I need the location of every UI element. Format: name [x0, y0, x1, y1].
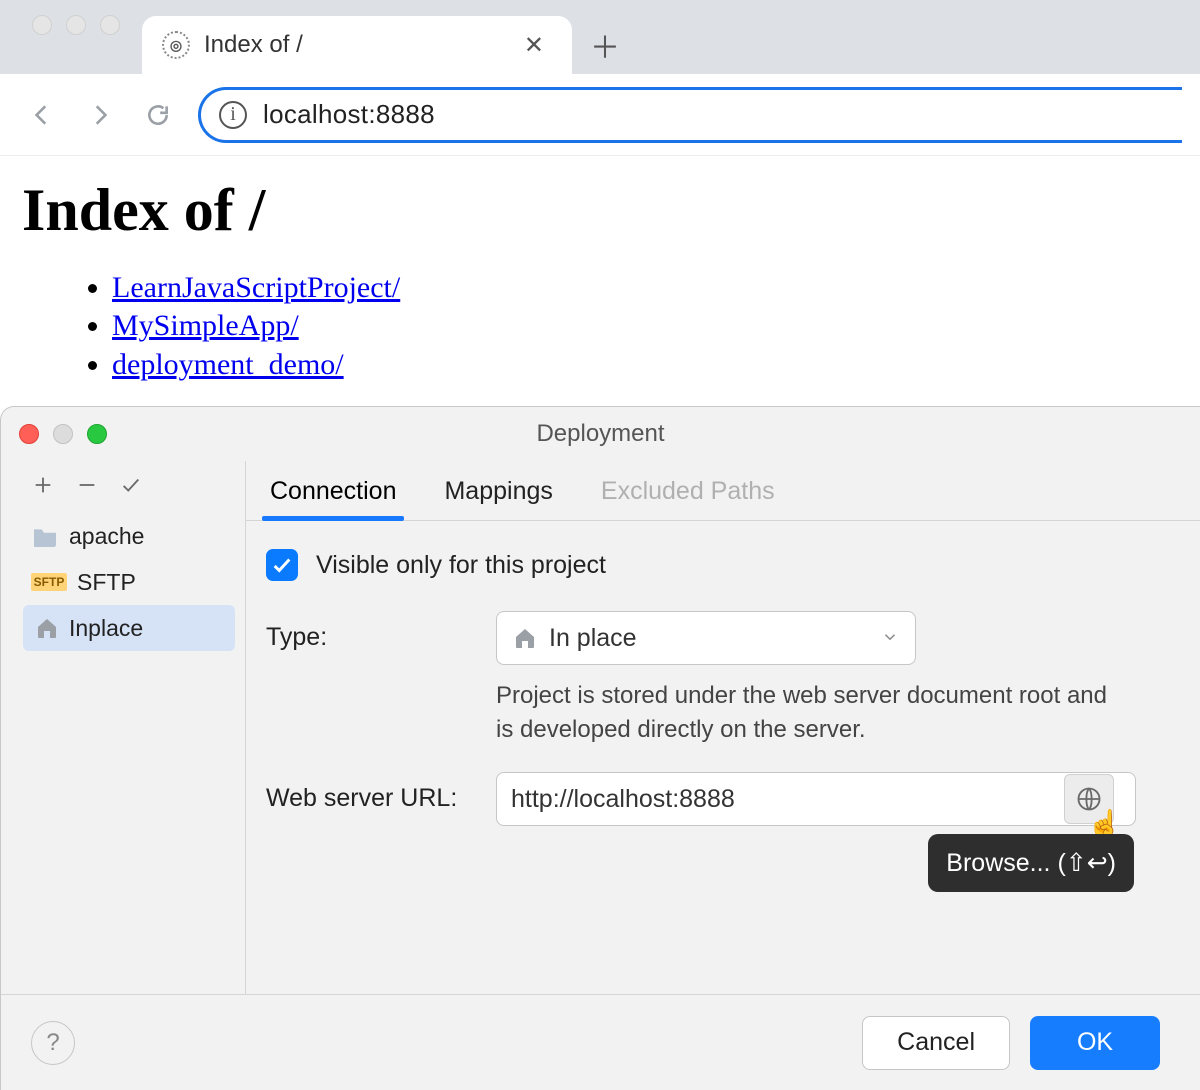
sidebar: apache SFTP SFTP Inplace: [1, 461, 246, 994]
type-value: In place: [549, 624, 637, 653]
chevron-down-icon: [881, 624, 899, 653]
list-item: MySimpleApp/: [112, 307, 1178, 345]
dialog-minimize-dot[interactable]: [53, 424, 73, 444]
dialog-titlebar: Deployment: [1, 407, 1200, 461]
browser-tab-strip: ◎ Index of / ✕ ＋: [0, 0, 1200, 74]
tab-mappings[interactable]: Mappings: [440, 467, 556, 520]
page-content: Index of / LearnJavaScriptProject/ MySim…: [0, 156, 1200, 404]
address-bar-text: localhost:8888: [263, 99, 435, 130]
tab-connection[interactable]: Connection: [266, 467, 400, 520]
cancel-button[interactable]: Cancel: [862, 1016, 1010, 1070]
dialog-title: Deployment: [1, 420, 1200, 448]
tab-excluded-paths: Excluded Paths: [597, 467, 779, 520]
list-item: deployment_demo/: [112, 346, 1178, 384]
window-controls: [10, 15, 142, 59]
browser-toolbar: i localhost:8888: [0, 74, 1200, 156]
dialog-close-dot[interactable]: [19, 424, 39, 444]
type-description: Project is stored under the web server d…: [496, 679, 1116, 746]
url-label: Web server URL:: [266, 772, 496, 813]
browse-tooltip: Browse... (⇧↩): [928, 834, 1134, 892]
favicon-icon: ◎: [162, 31, 190, 59]
directory-link[interactable]: MySimpleApp/: [112, 309, 299, 342]
window-minimize-dot[interactable]: [66, 15, 86, 35]
directory-link[interactable]: LearnJavaScriptProject/: [112, 271, 400, 304]
add-server-button[interactable]: [23, 467, 63, 503]
dialog-footer: ? Cancel OK: [1, 994, 1200, 1090]
directory-listing: LearnJavaScriptProject/ MySimpleApp/ dep…: [22, 269, 1178, 384]
remove-server-button[interactable]: [67, 467, 107, 503]
sidebar-item-label: SFTP: [77, 569, 136, 596]
dialog-tabs: Connection Mappings Excluded Paths: [246, 461, 1200, 521]
sidebar-item-sftp[interactable]: SFTP SFTP: [1, 559, 245, 605]
home-icon: [513, 626, 537, 650]
visible-only-checkbox[interactable]: [266, 549, 298, 581]
list-item: LearnJavaScriptProject/: [112, 269, 1178, 307]
connection-form: Visible only for this project Type: In p…: [246, 521, 1200, 834]
tab-title: Index of /: [204, 31, 502, 59]
sftp-icon: SFTP: [31, 573, 67, 591]
set-default-button[interactable]: [111, 467, 151, 503]
web-server-url-input[interactable]: [496, 772, 1136, 826]
deployment-dialog: Deployment apache SFT: [0, 406, 1200, 1090]
dialog-window-controls: [1, 424, 107, 444]
folder-icon: [31, 525, 59, 547]
visible-only-label: Visible only for this project: [316, 551, 606, 580]
reload-button[interactable]: [134, 91, 182, 139]
sidebar-item-apache[interactable]: apache: [1, 513, 245, 559]
back-button[interactable]: [18, 91, 66, 139]
type-label: Type:: [266, 611, 496, 652]
dialog-main: Connection Mappings Excluded Paths Visib…: [246, 461, 1200, 994]
page-heading: Index of /: [22, 176, 1178, 245]
browse-url-button[interactable]: [1064, 774, 1114, 824]
site-info-icon[interactable]: i: [219, 101, 247, 129]
sidebar-item-label: Inplace: [69, 615, 143, 642]
sidebar-item-label: apache: [69, 523, 144, 550]
ok-button[interactable]: OK: [1030, 1016, 1160, 1070]
dialog-maximize-dot[interactable]: [87, 424, 107, 444]
visible-only-row[interactable]: Visible only for this project: [266, 549, 1200, 581]
home-icon: [35, 616, 59, 640]
window-close-dot[interactable]: [32, 15, 52, 35]
forward-button[interactable]: [76, 91, 124, 139]
window-maximize-dot[interactable]: [100, 15, 120, 35]
address-bar[interactable]: i localhost:8888: [198, 87, 1182, 143]
sidebar-item-inplace[interactable]: Inplace: [23, 605, 235, 651]
directory-link[interactable]: deployment_demo/: [112, 348, 344, 381]
new-tab-button[interactable]: ＋: [580, 20, 630, 70]
type-select[interactable]: In place: [496, 611, 916, 665]
browser-tab[interactable]: ◎ Index of / ✕: [142, 16, 572, 74]
sidebar-toolbar: [1, 463, 245, 513]
tab-close-icon[interactable]: ✕: [516, 27, 552, 64]
help-button[interactable]: ?: [31, 1021, 75, 1065]
